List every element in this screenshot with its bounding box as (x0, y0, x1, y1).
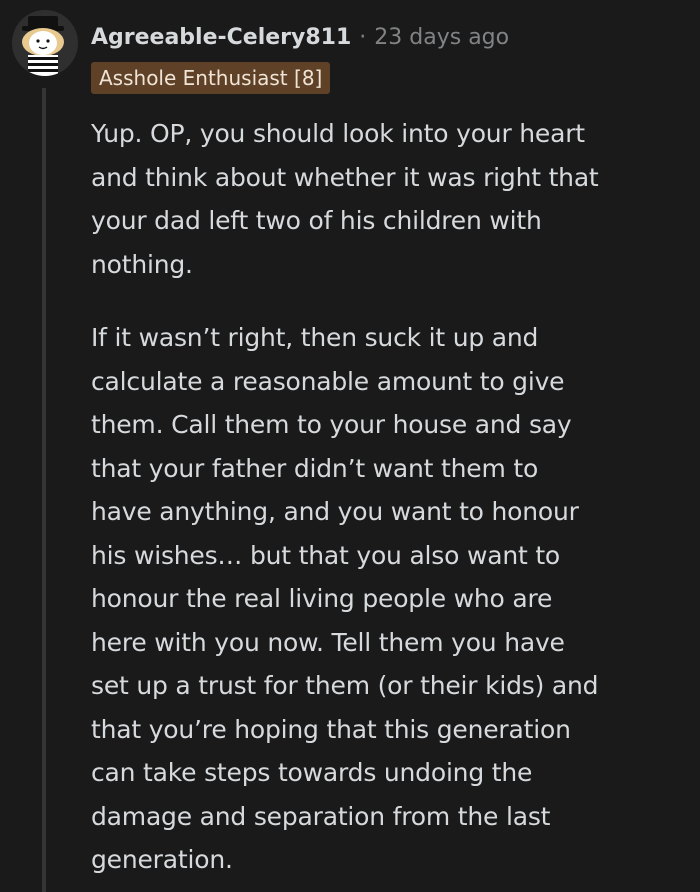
text-line: that you’re hoping that this generation (91, 714, 571, 744)
text-line: here with you now. Tell them you have (91, 627, 565, 657)
text-line: honour the real living people who are (91, 584, 553, 613)
comment-paragraph: If it wasn’t right, then suck it up and … (91, 316, 671, 882)
text-line: that your father didn’t want them to (91, 453, 539, 483)
comment-body: Yup. OP, you should look into your heart… (91, 112, 671, 882)
comment-paragraph: Yup. OP, you should look into your heart… (91, 112, 671, 286)
text-line: If it wasn’t right, then suck it up and (91, 323, 539, 352)
text-line: generation. (91, 845, 233, 874)
text-line: have anything, and you want to honour (91, 497, 579, 526)
text-line: set up a trust for them (or their kids) … (91, 671, 599, 700)
timestamp-link[interactable]: 23 days ago (374, 25, 509, 50)
text-line: Yup. OP, you should look into your heart (91, 119, 585, 148)
comment: Agreeable-Celery811 · 23 days ago Asshol… (0, 0, 700, 892)
text-line: them. Call them to your house and say (91, 410, 572, 439)
text-line: nothing. (91, 249, 193, 279)
comment-meta: Agreeable-Celery811 · 23 days ago (91, 21, 509, 53)
text-line: calculate a reasonable amount to give (91, 366, 565, 396)
text-line: and think about whether it was right tha… (91, 162, 599, 192)
meta-separator: · (359, 24, 367, 50)
user-avatar-icon[interactable] (12, 10, 78, 76)
username-link[interactable]: Agreeable-Celery811 (91, 25, 351, 50)
user-flair-badge: Asshole Enthusiast [8] (91, 62, 331, 94)
text-line: your dad left two of his children with (91, 206, 542, 235)
thread-collapse-line[interactable] (42, 88, 46, 892)
text-line: damage and separation from the last (91, 801, 551, 831)
text-line: his wishes… but that you also want to (91, 540, 561, 570)
text-line: can take steps towards undoing the (91, 758, 533, 787)
